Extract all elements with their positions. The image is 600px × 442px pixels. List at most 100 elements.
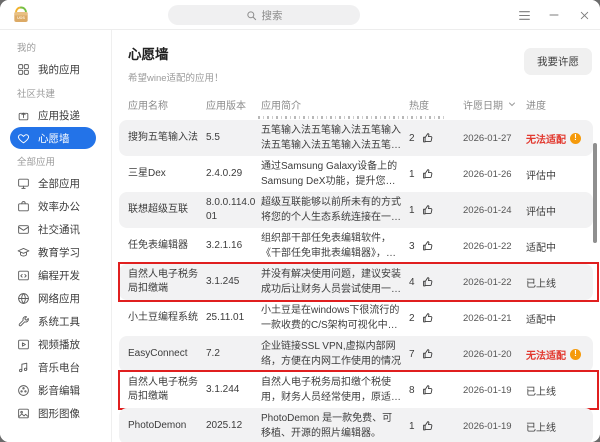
sidebar-section-label: 全部应用: [0, 149, 111, 172]
thumbs-up-icon[interactable]: [422, 312, 434, 324]
sidebar-item-label: 社交通讯: [38, 222, 80, 237]
header-wish-date[interactable]: 许愿日期: [463, 97, 526, 112]
thumbs-up-icon[interactable]: [422, 276, 434, 288]
page-title: 心愿墙: [128, 43, 224, 63]
app-version-cell: 2.4.0.29: [206, 167, 261, 182]
wish-table-row[interactable]: 自然人电子税务局扣缴端3.1.245并没有解决使用问题，建议安装成功后让财务人员…: [119, 264, 593, 300]
warning-badge-icon[interactable]: !: [570, 133, 581, 144]
heat-cell: 4: [409, 276, 463, 288]
titlebar: UOS 搜索: [0, 0, 600, 30]
sidebar-item[interactable]: 心愿墙: [10, 127, 96, 149]
page-header: 心愿墙 希望wine适配的应用！ 我要许愿: [128, 43, 592, 84]
sidebar-item[interactable]: 效率办公: [10, 195, 96, 218]
sidebar-item-label: 我的应用: [38, 62, 80, 77]
app-name-cell: 三星Dex: [128, 167, 206, 182]
progress-cell: 评估中: [526, 167, 589, 182]
app-desc-cell: 组织部干部任免表编辑软件，《干部任免审批表编辑器》，UOS可以安…: [261, 231, 409, 261]
app-name-cell: 小土豆编程系统: [128, 311, 206, 326]
globe-icon: [17, 292, 30, 305]
sidebar-item-label: 影音编辑: [38, 383, 80, 398]
wish-date-cell: 2026-01-24: [463, 205, 526, 216]
wish-table-row[interactable]: 联想超级互联8.0.0.114.001超级互联能够以前所未有的方式将您的个人生态…: [119, 192, 593, 228]
window-controls: [517, 0, 591, 30]
wish-date-cell: 2026-01-27: [463, 133, 526, 144]
progress-status-text: 评估中: [526, 167, 556, 182]
progress-status-text: 已上线: [526, 383, 556, 398]
sidebar-item[interactable]: 编程开发: [10, 264, 96, 287]
thumbs-up-icon[interactable]: [422, 132, 434, 144]
sidebar-item[interactable]: 应用投递: [10, 104, 96, 127]
close-icon[interactable]: [577, 8, 591, 22]
minimize-icon[interactable]: [547, 8, 561, 22]
make-wish-button[interactable]: 我要许愿: [524, 48, 592, 75]
sidebar-item[interactable]: 影音编辑: [10, 379, 96, 402]
thumbs-up-icon[interactable]: [422, 420, 434, 432]
sidebar-item[interactable]: 我的应用: [10, 58, 96, 81]
sidebar-item[interactable]: 系统工具: [10, 310, 96, 333]
progress-cell: 无法适配!: [526, 347, 589, 362]
wish-table-row[interactable]: EasyConnect7.2企业链接SSL VPN,虚拟内部网络，方便在内网工作…: [119, 336, 593, 372]
upload-box-icon: [17, 109, 30, 122]
heat-cell: 1: [409, 168, 463, 180]
page-subtitle: 希望wine适配的应用！: [128, 70, 224, 84]
wish-date-cell: 2026-01-19: [463, 421, 526, 432]
thumbs-up-icon[interactable]: [422, 348, 434, 360]
progress-status-text: 评估中: [526, 203, 556, 218]
wish-date-cell: 2026-01-22: [463, 277, 526, 288]
thumbs-up-icon[interactable]: [422, 240, 434, 252]
table-body: 搜狗五笔输入法5.5五笔输入法五笔输入法五笔输入法五笔输入法五笔输入法五笔输入法…: [119, 120, 593, 442]
search-placeholder: 搜索: [262, 8, 283, 23]
vertical-scrollbar-thumb[interactable]: [593, 143, 597, 243]
thumbs-up-icon[interactable]: [422, 204, 434, 216]
sidebar-item-label: 编程开发: [38, 268, 80, 283]
sidebar-item-label: 音乐电台: [38, 360, 80, 375]
sidebar-item[interactable]: 教育学习: [10, 241, 96, 264]
wish-date-cell: 2026-01-21: [463, 313, 526, 324]
sidebar-item[interactable]: 全部应用: [10, 172, 96, 195]
image-icon: [17, 407, 30, 420]
wish-table-row[interactable]: 小土豆编程系统25.11.01小土豆是在windows下很流行的一款收费的C/S…: [119, 300, 593, 336]
header-app-desc: 应用简介: [261, 97, 409, 112]
header-app-name: 应用名称: [128, 97, 206, 112]
search-icon: [246, 10, 257, 21]
progress-cell: 适配中: [526, 239, 589, 254]
heat-count: 1: [409, 421, 415, 432]
thumbs-up-icon[interactable]: [422, 384, 434, 396]
mail-icon: [17, 223, 30, 236]
sidebar-item-label: 视频播放: [38, 337, 80, 352]
thumbs-up-icon[interactable]: [422, 168, 434, 180]
clipped-row-remnant: [119, 113, 593, 120]
wish-table-row[interactable]: 任免表编辑器3.2.1.16组织部干部任免表编辑软件，《干部任免审批表编辑器》，…: [119, 228, 593, 264]
menu-icon[interactable]: [517, 8, 531, 22]
wish-table-row[interactable]: 搜狗五笔输入法5.5五笔输入法五笔输入法五笔输入法五笔输入法五笔输入法五笔输入法…: [119, 120, 593, 156]
heat-cell: 3: [409, 240, 463, 252]
warning-badge-icon[interactable]: !: [570, 349, 581, 360]
heart-icon: [17, 132, 30, 145]
progress-status-text: 适配中: [526, 239, 556, 254]
svg-text:UOS: UOS: [17, 16, 25, 20]
sidebar-item[interactable]: 图形图像: [10, 402, 96, 425]
search-input[interactable]: 搜索: [168, 5, 360, 25]
app-desc-cell: PhotoDemon 是一款免费、可移植、开源的照片编辑器。: [261, 411, 409, 441]
sidebar-item[interactable]: 社交通讯: [10, 218, 96, 241]
app-desc-cell: 自然人电子税务局扣缴个税使用，财务人员经常使用，原适配的版本已…: [261, 375, 409, 405]
progress-status-text: 无法适配: [526, 347, 566, 362]
heat-count: 3: [409, 241, 415, 252]
uos-appstore-logo-icon: UOS: [11, 5, 31, 25]
chevron-down-icon: [508, 100, 516, 108]
wish-table-row[interactable]: 自然人电子税务局扣缴端3.1.244自然人电子税务局扣缴个税使用，财务人员经常使…: [119, 372, 593, 408]
sidebar-item[interactable]: 视频播放: [10, 333, 96, 356]
wish-table-row[interactable]: 三星Dex2.4.0.29通过Samsung Galaxy设备上的Samsung…: [119, 156, 593, 192]
sidebar-item[interactable]: 网络应用: [10, 287, 96, 310]
music-icon: [17, 361, 30, 374]
header-app-version: 应用版本: [206, 97, 261, 112]
app-version-cell: 5.5: [206, 131, 261, 146]
heat-count: 2: [409, 313, 415, 324]
sidebar-item-label: 心愿墙: [38, 131, 70, 146]
sidebar-item-label: 效率办公: [38, 199, 80, 214]
wish-table-row[interactable]: PhotoDemon2025.12PhotoDemon 是一款免费、可移植、开源…: [119, 408, 593, 442]
wish-date-cell: 2026-01-19: [463, 385, 526, 396]
sidebar-item-label: 网络应用: [38, 291, 80, 306]
app-version-cell: 3.2.1.16: [206, 239, 261, 254]
sidebar-item[interactable]: 音乐电台: [10, 356, 96, 379]
